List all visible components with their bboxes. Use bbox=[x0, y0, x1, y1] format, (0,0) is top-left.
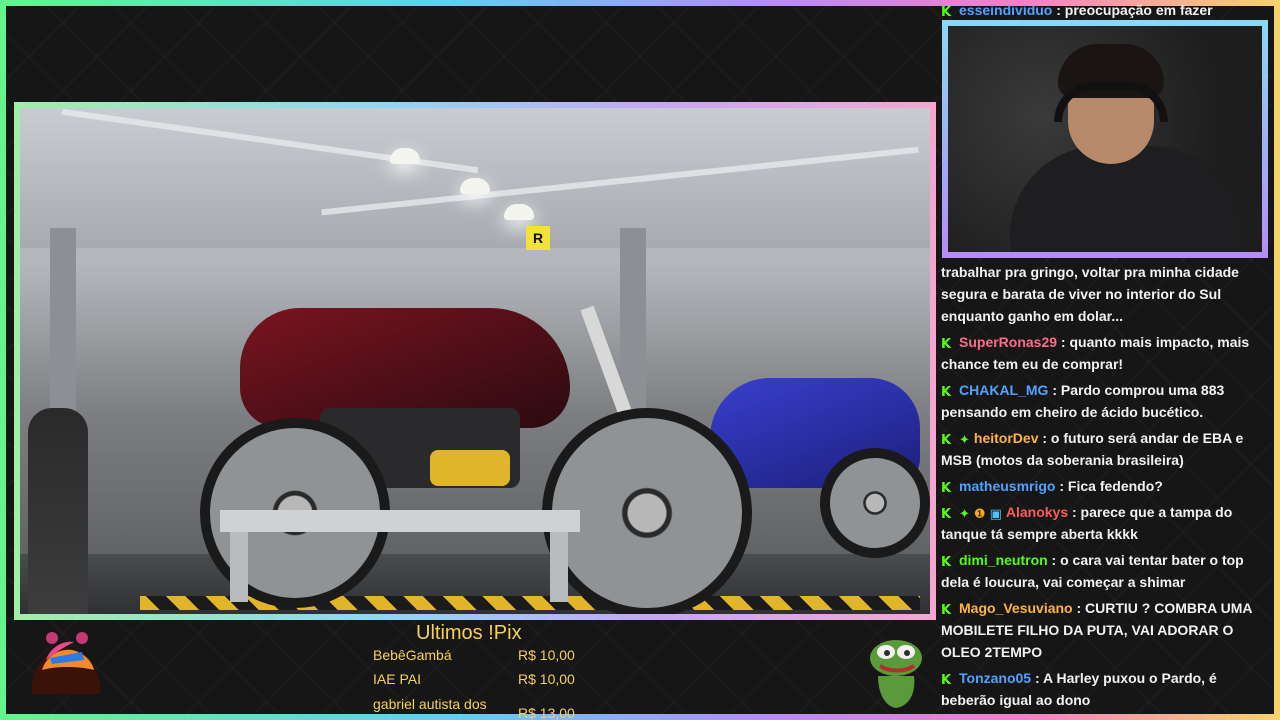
mascot-icon bbox=[31, 632, 101, 694]
main-video: R bbox=[14, 102, 936, 620]
pix-amount: R$ 10,00 bbox=[518, 647, 575, 663]
sign-r: R bbox=[526, 226, 550, 250]
chat-username[interactable]: Alanokys bbox=[1006, 504, 1068, 520]
chat-message: K SuperRonas29 : quanto mais impacto, mai… bbox=[941, 331, 1273, 375]
workbench-leg bbox=[230, 532, 248, 602]
chat-username[interactable]: SuperRonas29 bbox=[959, 334, 1057, 350]
chat-username[interactable]: heitorDev bbox=[974, 430, 1039, 446]
ceiling-lamp bbox=[460, 178, 490, 194]
wheel bbox=[820, 448, 930, 558]
months-badge-icon: ❶ bbox=[973, 507, 986, 522]
sparkle-badge-icon: ✦ bbox=[959, 507, 970, 522]
chat-message: K Tonzano05 : A Harley puxou o Pardo, é b… bbox=[941, 667, 1273, 711]
factory-scene: R bbox=[20, 108, 930, 614]
workbench-leg bbox=[550, 532, 568, 602]
pix-donor-name: IAE PAI bbox=[373, 671, 421, 687]
workbench bbox=[220, 510, 580, 532]
worker bbox=[28, 408, 88, 614]
pix-donor-name: gabriel autista dos bbox=[373, 696, 487, 712]
chat-username[interactable]: matheusmrigo bbox=[959, 478, 1055, 494]
chat-message: trabalhar pra gringo, voltar pra minha c… bbox=[941, 261, 1273, 327]
pix-title: Ultimos !Pix bbox=[416, 622, 522, 644]
kick-badge-icon: K bbox=[941, 433, 952, 448]
chat-username[interactable]: Mago_Vesuviano bbox=[959, 600, 1073, 616]
kick-badge-icon: K bbox=[941, 603, 952, 618]
chat-message: K ✦ heitorDev : o futuro será andar de EBA… bbox=[941, 427, 1273, 471]
chat-text: : Fica fedendo? bbox=[1055, 478, 1163, 494]
chat-username[interactable]: esseindividuo bbox=[959, 2, 1052, 18]
pix-amount: R$ 13,00 bbox=[518, 705, 575, 720]
chat-username[interactable]: Tonzano05 bbox=[959, 670, 1031, 686]
pepe-frog-icon bbox=[870, 640, 922, 708]
kick-badge-icon: K bbox=[941, 507, 952, 522]
kick-badge-icon: K bbox=[941, 555, 952, 570]
ceiling-lamp bbox=[504, 204, 534, 220]
kick-badge-icon: K bbox=[941, 481, 952, 496]
webcam bbox=[942, 20, 1268, 258]
chat-text: : preocupação em fazer bbox=[1052, 2, 1213, 18]
chat-message: Kmatheusmrigo : Fica fedendo? bbox=[941, 475, 1273, 497]
pix-donor-name: BebêGambá bbox=[373, 647, 452, 663]
gift-badge-icon: ▣ bbox=[989, 507, 1002, 522]
ceiling-lamp bbox=[390, 148, 420, 164]
chat-message: Kesseindividuo : preocupação em fazer bbox=[941, 0, 1273, 20]
kick-badge-icon: K bbox=[941, 337, 952, 352]
chat-message: K Mago_Vesuviano : CURTIU ? COMBRA UMA MO… bbox=[941, 597, 1273, 663]
pix-amount: R$ 10,00 bbox=[518, 671, 575, 687]
kick-badge-icon: K bbox=[941, 385, 952, 400]
chat-message: Kdimi_neutron : o cara vai tentar bater … bbox=[941, 549, 1273, 593]
chat-username[interactable]: CHAKAL_MG bbox=[959, 382, 1048, 398]
drill bbox=[430, 450, 510, 486]
sparkle-badge-icon: ✦ bbox=[959, 433, 970, 448]
kick-badge-icon: K bbox=[941, 5, 952, 20]
chat-text: trabalhar pra gringo, voltar pra minha c… bbox=[941, 264, 1239, 324]
chat-message: K CHAKAL_MG : Pardo comprou uma 883 pensa… bbox=[941, 379, 1273, 423]
chat-username[interactable]: dimi_neutron bbox=[959, 552, 1048, 568]
chat-message: K ✦ ❶ ▣ Alanokys : parece que a tampa do tan… bbox=[941, 501, 1273, 545]
kick-badge-icon: K bbox=[941, 673, 952, 688]
